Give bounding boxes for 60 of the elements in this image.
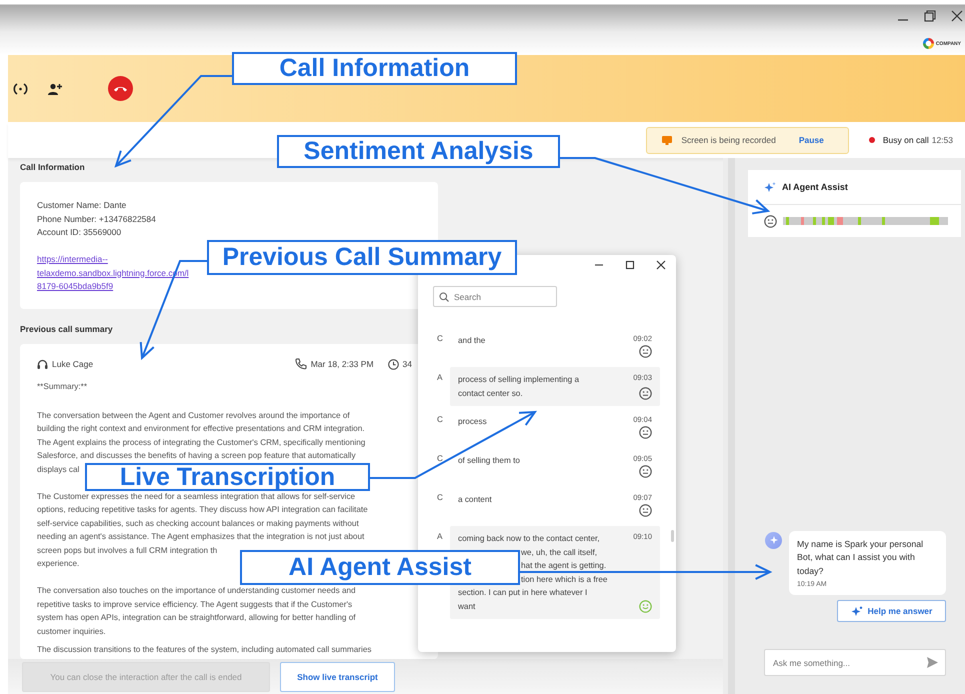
hang-up-button[interactable] — [108, 76, 133, 101]
callout-label: Previous Call Summary — [207, 240, 517, 275]
status-dot-icon — [868, 137, 875, 143]
status-label: Busy on call — [882, 135, 929, 145]
callout-label: Call Information — [232, 52, 517, 85]
section-heading: Previous call summary — [20, 324, 113, 336]
recording-text: Screen is being recorded — [681, 135, 776, 145]
clock-icon — [388, 358, 399, 370]
summary-title: **Summary:** — [37, 382, 88, 393]
summary-paragraph: The discussion transitions to the features of the system, including automated call summaries — [37, 644, 372, 656]
summary-paragraph: The conversation also touches on the importance of understanding customer needs and repetitive tasks to improve service efficiency. The Agent suggests that if the Customer's system has open APIs, integration can be straightforward, allowing for better handling of customer inquiries. — [37, 585, 356, 638]
callout-label: Live Transcription — [85, 463, 370, 491]
close-icon[interactable] — [951, 10, 963, 22]
sparkle-icon — [850, 606, 863, 616]
call-timer: 12:53 — [932, 135, 953, 145]
monitor-icon — [662, 136, 672, 144]
help-me-answer-button[interactable]: Help me answer — [837, 600, 946, 622]
speaker-label: C — [436, 333, 444, 345]
maximize-icon[interactable] — [625, 260, 635, 270]
callout-label: AI Agent Assist — [240, 550, 520, 585]
pause-link[interactable]: Pause — [798, 135, 824, 145]
callout-label: Sentiment Analysis — [277, 135, 560, 168]
panel-title: AI Agent Assist — [782, 182, 848, 192]
transcript-text: and the — [458, 335, 486, 347]
message-text: My name is Spark your personal Bot, what can I assist you with today? — [797, 538, 924, 578]
restore-icon[interactable] — [924, 10, 936, 22]
transcript-text: coming back now to the contact center, — [458, 533, 600, 545]
merge-call-icon[interactable] — [13, 82, 29, 94]
close-icon[interactable] — [656, 260, 666, 270]
sparkle-icon — [770, 536, 778, 544]
transcript-text: process of selling implementing a contact center so. — [458, 374, 580, 400]
speaker-label: C — [436, 414, 444, 426]
headset-icon — [37, 358, 48, 370]
transcript-text: we, uh, the call itself, hat the agent is getting. tion here which is a free — [521, 546, 608, 586]
ask-field[interactable]: Ask me something... — [764, 649, 946, 676]
sparkle-icon — [764, 182, 776, 192]
summary-fragment: displays cal — [37, 464, 80, 476]
call-date: Mar 18, 2:33 PM — [310, 359, 374, 369]
info-text: Customer Name: Dante — [37, 199, 128, 212]
call-duration: 34 — [402, 359, 412, 369]
transcript-text: of selling them to — [458, 455, 520, 467]
logo-icon — [922, 38, 934, 49]
speaker-label: A — [436, 372, 444, 384]
info-text: Phone Number: +13476822584 — [37, 212, 157, 226]
search-field[interactable]: Search — [433, 286, 557, 307]
transcript-text: section. I can put in here whatever I want — [458, 587, 588, 612]
agent-name: Luke Cage — [52, 359, 94, 369]
info-text: Account ID: 35569000 — [37, 226, 122, 239]
speaker-label: C — [436, 492, 444, 504]
add-person-icon[interactable] — [48, 82, 62, 94]
speaker-label: C — [436, 453, 444, 465]
search-icon — [439, 292, 449, 302]
transcript-text: process — [458, 416, 487, 428]
summary-fragment: screen pops but involves a full CRM integration th experience. — [37, 544, 218, 570]
show-transcript-button[interactable]: Show live transcript — [280, 662, 395, 692]
send-icon[interactable] — [927, 657, 938, 668]
neutral-face-icon — [764, 214, 777, 228]
section-heading: Call Information — [20, 162, 85, 174]
phone-icon — [294, 358, 307, 370]
transcript-text: a content — [458, 494, 492, 506]
